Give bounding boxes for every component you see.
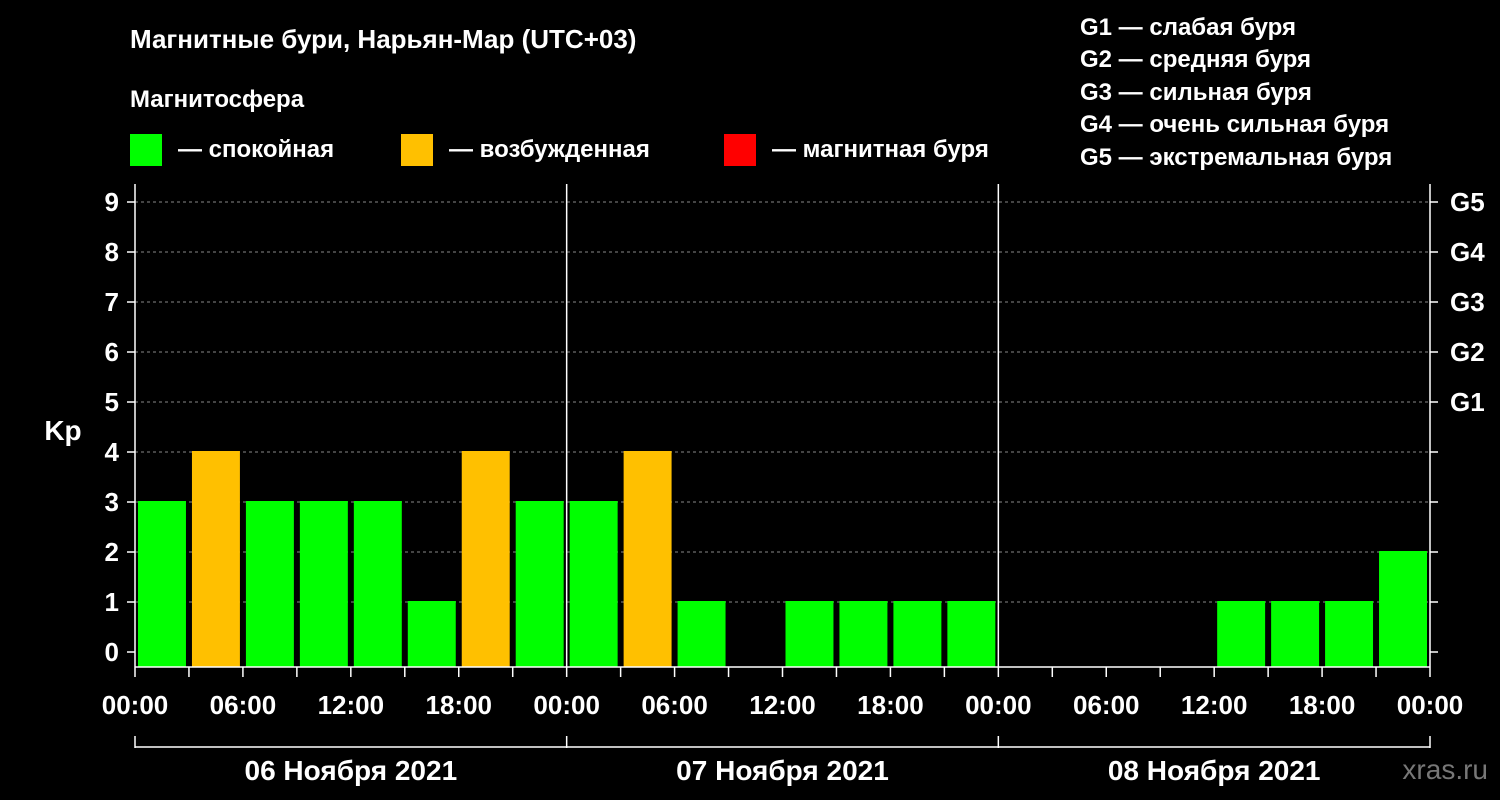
x-tick-label: 18:00: [857, 690, 924, 720]
x-tick-label: 06:00: [1073, 690, 1140, 720]
kp-bar: [947, 601, 996, 667]
kp-bar: [407, 601, 456, 667]
storm-level-label: G4: [1450, 237, 1485, 267]
x-tick-label: 06:00: [641, 690, 708, 720]
day-label: 07 Ноября 2021: [676, 755, 889, 786]
x-tick-label: 00:00: [533, 690, 600, 720]
kp-bar: [1217, 601, 1266, 667]
watermark: xras.ru: [1402, 754, 1488, 785]
y-tick-label: 0: [105, 637, 119, 667]
kp-bar: [1325, 601, 1374, 667]
y-tick-label: 6: [105, 337, 119, 367]
kp-bar: [623, 451, 672, 667]
kp-bar: [785, 601, 834, 667]
kp-bar: [677, 601, 726, 667]
x-tick-label: 18:00: [426, 690, 493, 720]
kp-bar: [138, 501, 186, 667]
x-tick-label: 00:00: [965, 690, 1032, 720]
x-tick-label: 00:00: [102, 690, 169, 720]
x-tick-label: 06:00: [210, 690, 277, 720]
kp-chart: 0 1 2 3 4 5 6 7 8 9 G1 G2 G3 G4 G5 Kp 00:00 06:00 12:00 18:…: [44, 184, 1485, 786]
x-tick-label: 12:00: [1181, 690, 1248, 720]
y-tick-label: 9: [105, 187, 119, 217]
day-label: 06 Ноября 2021: [245, 755, 458, 786]
y-tick-label: 5: [105, 387, 119, 417]
kp-bar: [299, 501, 348, 667]
y-tick-label: 2: [105, 537, 119, 567]
kp-bar: [839, 601, 888, 667]
x-tick-label: 18:00: [1289, 690, 1356, 720]
x-tick-label: 00:00: [1397, 690, 1464, 720]
kp-bar: [893, 601, 942, 667]
y-tick-label: 8: [105, 237, 119, 267]
day-label: 08 Ноября 2021: [1108, 755, 1321, 786]
storm-level-label: G3: [1450, 287, 1485, 317]
kp-bar: [1379, 551, 1427, 667]
y-tick-label: 3: [105, 487, 119, 517]
y-tick-label: 4: [105, 437, 120, 467]
y-tick-label: 7: [105, 287, 119, 317]
kp-bar: [245, 501, 294, 667]
x-tick-label: 12:00: [749, 690, 816, 720]
kp-bar: [1271, 601, 1320, 667]
kp-bar: [191, 451, 240, 667]
x-tick-label: 12:00: [318, 690, 385, 720]
kp-bar: [515, 501, 564, 667]
kp-bar: [353, 501, 402, 667]
kp-bar: [461, 451, 510, 667]
storm-level-label: G2: [1450, 337, 1485, 367]
y-axis-label: Kp: [44, 415, 81, 446]
y-tick-label: 1: [105, 587, 119, 617]
storm-level-label: G1: [1450, 387, 1485, 417]
kp-bar: [569, 501, 618, 667]
storm-level-label: G5: [1450, 187, 1485, 217]
